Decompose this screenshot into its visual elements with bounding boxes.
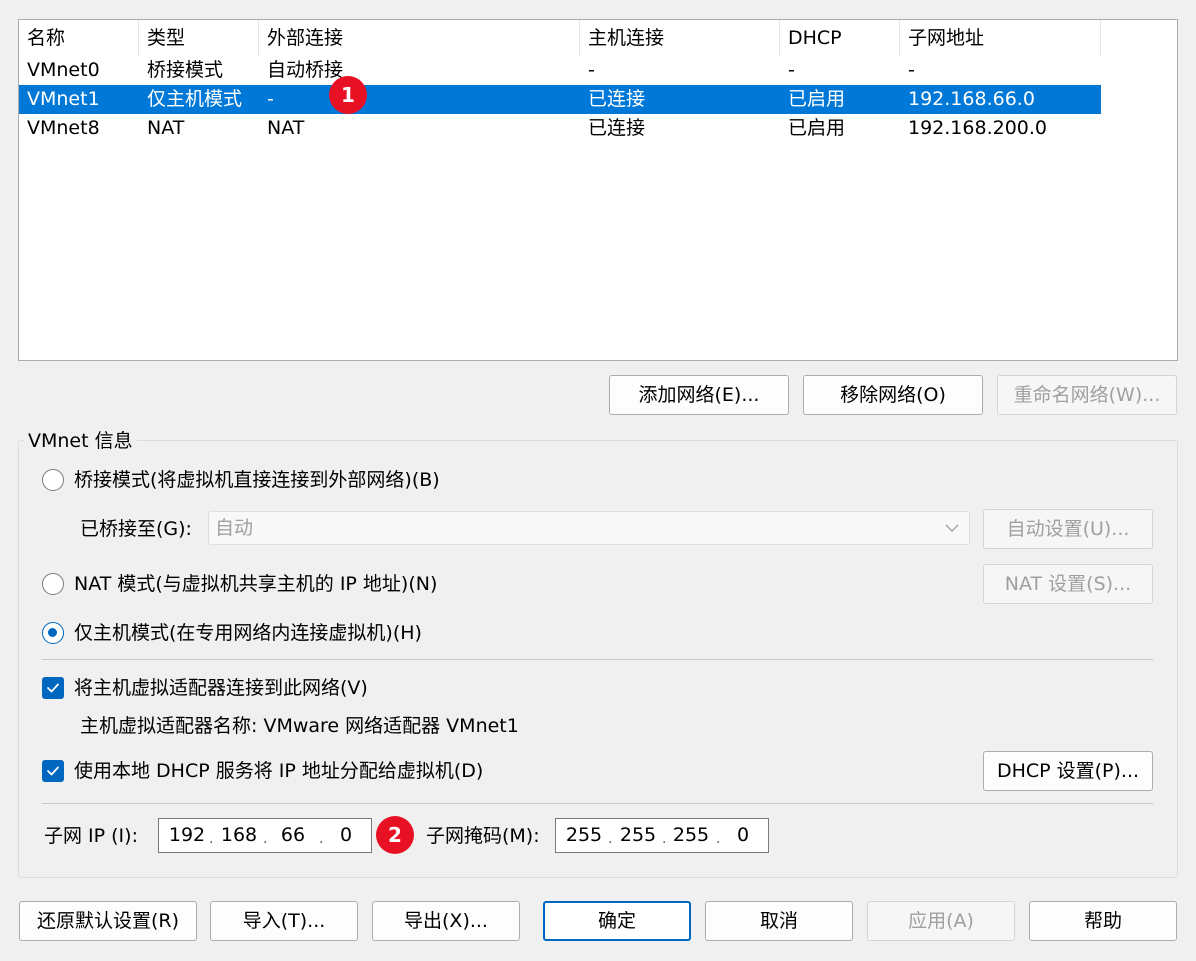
help-button[interactable]: 帮助 xyxy=(1029,901,1177,941)
connect-adapter-label[interactable]: 将主机虚拟适配器连接到此网络(V) xyxy=(74,674,368,702)
cell-name: VMnet1 xyxy=(27,88,100,110)
subnet-ip-octet-4[interactable]: 0 xyxy=(326,819,366,852)
adapter-name-text: 主机虚拟适配器名称: VMware 网络适配器 VMnet1 xyxy=(80,715,519,737)
octet-separator: . xyxy=(716,831,721,847)
add-network-button[interactable]: 添加网络(E)... xyxy=(609,375,789,415)
use-dhcp-checkbox[interactable] xyxy=(42,760,64,782)
subnet-ip-octet-1[interactable]: 192 xyxy=(167,819,207,852)
nat-mode-label[interactable]: NAT 模式(与虚拟机共享主机的 IP 地址)(N) xyxy=(74,570,437,598)
subnet-ip-octet-3[interactable]: 66 xyxy=(273,819,313,852)
octet-separator: . xyxy=(662,831,667,847)
cell-dhcp: - xyxy=(788,59,795,81)
cell-type: 桥接模式 xyxy=(147,59,224,81)
subnet-mask-octet-4[interactable]: 0 xyxy=(723,819,763,852)
cancel-button[interactable]: 取消 xyxy=(705,901,853,941)
column-header-type[interactable]: 类型 xyxy=(139,20,259,56)
subnet-ip-input[interactable]: 192 . 168 . 66 . 0 xyxy=(158,818,372,853)
cell-name: VMnet8 xyxy=(27,117,100,139)
cell-host: 已连接 xyxy=(588,117,646,139)
divider xyxy=(42,803,1153,804)
annotation-badge-1: 1 xyxy=(329,76,367,114)
cell-subnet: 192.168.66.0 xyxy=(908,88,1035,110)
annotation-badge-2: 2 xyxy=(376,816,414,854)
cell-external: - xyxy=(267,88,274,110)
cell-dhcp: 已启用 xyxy=(788,117,846,139)
subnet-mask-octet-1[interactable]: 255 xyxy=(564,819,604,852)
table-row-selected[interactable]: VMnet1 仅主机模式 - 已连接 已启用 192.168.66.0 xyxy=(19,85,1101,114)
subnet-mask-octet-3[interactable]: 255 xyxy=(671,819,711,852)
subnet-mask-octet-2[interactable]: 255 xyxy=(618,819,658,852)
cell-subnet: 192.168.200.0 xyxy=(908,117,1048,139)
cell-external: 自动桥接 xyxy=(267,59,344,81)
check-icon xyxy=(47,683,59,693)
subnet-ip-label: 子网 IP (I): xyxy=(44,825,138,847)
cell-host: 已连接 xyxy=(588,88,646,110)
auto-settings-button[interactable]: 自动设置(U)... xyxy=(983,509,1153,549)
bridged-mode-radio[interactable] xyxy=(42,469,64,491)
column-header-external[interactable]: 外部连接 xyxy=(259,20,580,56)
table-row[interactable]: VMnet0 桥接模式 自动桥接 - - - xyxy=(19,56,1101,85)
octet-separator: . xyxy=(263,831,268,847)
network-list[interactable]: 名称 类型 外部连接 主机连接 DHCP 子网地址 VMnet0 桥接模式 自动… xyxy=(18,19,1178,361)
bridged-to-value: 自动 xyxy=(215,517,254,539)
bridged-to-combo[interactable]: 自动 xyxy=(208,511,970,545)
chevron-down-icon xyxy=(945,524,959,532)
remove-network-button[interactable]: 移除网络(O) xyxy=(803,375,983,415)
column-header-host[interactable]: 主机连接 xyxy=(580,20,780,56)
cell-subnet: - xyxy=(908,59,915,81)
apply-button[interactable]: 应用(A) xyxy=(867,901,1015,941)
subnet-ip-octet-2[interactable]: 168 xyxy=(219,819,259,852)
vmnet-info-title: VMnet 信息 xyxy=(24,429,137,453)
use-dhcp-label[interactable]: 使用本地 DHCP 服务将 IP 地址分配给虚拟机(D) xyxy=(74,757,483,785)
export-button[interactable]: 导出(X)... xyxy=(372,901,520,941)
subnet-mask-input[interactable]: 255 . 255 . 255 . 0 xyxy=(555,818,769,853)
octet-separator: . xyxy=(608,831,613,847)
cell-external: NAT xyxy=(267,117,305,139)
cell-type: NAT xyxy=(147,117,185,139)
nat-settings-button[interactable]: NAT 设置(S)... xyxy=(983,564,1153,604)
divider xyxy=(42,659,1153,660)
table-row[interactable]: VMnet8 NAT NAT 已连接 已启用 192.168.200.0 xyxy=(19,114,1101,143)
cell-dhcp: 已启用 xyxy=(788,88,846,110)
nat-mode-radio[interactable] xyxy=(42,573,64,595)
cell-host: - xyxy=(588,59,595,81)
hostonly-mode-radio[interactable] xyxy=(42,622,64,644)
rename-network-button[interactable]: 重命名网络(W)... xyxy=(997,375,1177,415)
column-header-subnet[interactable]: 子网地址 xyxy=(900,20,1101,56)
bridged-mode-label[interactable]: 桥接模式(将虚拟机直接连接到外部网络)(B) xyxy=(74,466,440,494)
cell-name: VMnet0 xyxy=(27,59,100,81)
cell-type: 仅主机模式 xyxy=(147,88,243,110)
import-button[interactable]: 导入(T)... xyxy=(210,901,358,941)
ok-button[interactable]: 确定 xyxy=(543,901,691,941)
column-header-name[interactable]: 名称 xyxy=(19,20,139,56)
restore-defaults-button[interactable]: 还原默认设置(R) xyxy=(19,901,197,941)
dhcp-settings-button[interactable]: DHCP 设置(P)... xyxy=(983,751,1153,791)
octet-separator: . xyxy=(209,831,214,847)
column-header-dhcp[interactable]: DHCP xyxy=(780,20,900,56)
hostonly-mode-label[interactable]: 仅主机模式(在专用网络内连接虚拟机)(H) xyxy=(74,619,422,647)
bridged-to-label: 已桥接至(G): xyxy=(80,518,192,540)
connect-adapter-checkbox[interactable] xyxy=(42,677,64,699)
check-icon xyxy=(47,766,59,776)
subnet-mask-label: 子网掩码(M): xyxy=(426,825,540,847)
octet-separator: . xyxy=(319,831,324,847)
